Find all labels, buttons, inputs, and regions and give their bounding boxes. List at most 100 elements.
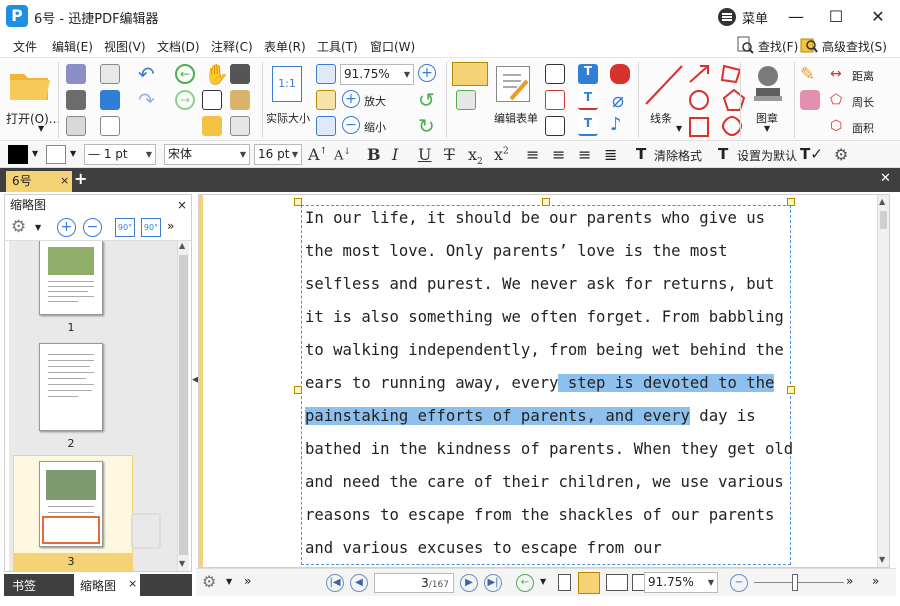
menu-file[interactable]: 文件 [13,38,37,55]
maximize-button[interactable]: ☐ [816,0,856,33]
lines-dropdown-arrow[interactable]: ▼ [676,124,682,133]
underline-text-icon[interactable]: T [578,116,598,136]
check-format-icon[interactable]: T✓ [800,145,823,163]
sound-icon[interactable]: ♪ [610,114,622,135]
strikeout-text-icon[interactable]: T [578,90,598,110]
resize-handle[interactable] [294,198,302,206]
zoom-slider-track[interactable] [754,582,844,583]
rotate-right-icon[interactable]: ↻ [418,114,435,138]
tab-thumbnails-close[interactable]: × [128,577,137,590]
document-text-line[interactable]: and various excuses to escape from our [305,539,789,557]
fit-visible-icon[interactable] [316,116,336,136]
document-text-line[interactable]: painstaking efforts of parents, and ever… [305,407,789,425]
menu-form[interactable]: 表单(R) [264,38,306,55]
stroke-color-swatch[interactable] [46,145,66,164]
status-zoom-out-icon[interactable]: − [730,574,748,592]
document-text-line[interactable]: selfless and purest. We never ask for re… [305,275,789,293]
page-number-input[interactable]: 3/167 [374,573,454,593]
bold-icon[interactable]: B [367,145,381,164]
add-field-icon[interactable] [456,90,476,110]
stamp-dropdown-arrow[interactable]: ▼ [764,124,770,133]
menu-view[interactable]: 视图(V) [104,38,146,55]
align-center-icon[interactable]: ≡ [552,145,565,164]
select-area-icon[interactable] [202,116,222,136]
font-family-select[interactable]: 宋体 ▼ [164,144,250,165]
doc-scroll-up-arrow[interactable]: ▲ [879,197,885,206]
tab-thumbnails[interactable]: 缩略图 × [74,574,140,596]
snapshot-icon[interactable] [230,64,250,84]
export-icon[interactable] [66,116,86,136]
strikethrough-icon[interactable]: T [444,145,455,164]
continuous-view-icon[interactable] [578,572,600,594]
new-document-icon[interactable] [100,116,120,136]
new-tab-icon[interactable]: + [74,169,87,188]
fit-page-icon[interactable] [316,64,336,84]
document-text-line[interactable]: to walking independently, from being wet… [305,341,789,359]
open-folder-icon[interactable] [8,66,52,102]
superscript-icon[interactable]: x2 [494,145,509,164]
edit-form-label[interactable]: 编辑表单 [494,110,538,126]
menu-document[interactable]: 文档(D) [157,38,200,55]
doc-scroll-down-arrow[interactable]: ▼ [879,555,885,564]
document-scrollbar[interactable]: ▲ ▼ [877,195,889,567]
actual-size-icon[interactable]: 1:1 [272,66,302,102]
zoom-plus-icon[interactable]: + [418,64,436,82]
thumbnail-scrollbar[interactable]: ▲ ▼ [177,241,189,571]
advanced-search-button[interactable]: 高级查找(S) [822,38,887,55]
text-field-icon[interactable] [545,64,565,84]
stroke-color-arrow[interactable]: ▼ [70,149,76,158]
facing-view-icon[interactable] [606,574,628,591]
distance-icon[interactable]: ↔ [830,66,842,82]
status-more-icon[interactable]: » [244,574,251,588]
shrink-thumbnail-icon[interactable]: − [83,218,102,237]
document-text-line[interactable]: the most love. Only parents’ love is the… [305,242,789,260]
minimize-button[interactable]: — [776,0,816,33]
zoom-out-label[interactable]: 缩小 [364,119,386,135]
hand-tool-icon[interactable]: ✋ [204,62,229,86]
distance-label[interactable]: 距离 [852,68,874,84]
align-left-icon[interactable]: ≡ [526,145,539,164]
italic-icon[interactable]: I [392,145,398,164]
callout-icon[interactable] [545,116,565,136]
perimeter-label[interactable]: 周长 [852,94,874,110]
zoom-select[interactable]: 91.75% ▼ [340,64,414,85]
set-default-icon[interactable]: T [718,145,728,163]
status-settings-arrow[interactable]: ▼ [226,577,232,586]
redo-icon[interactable]: ↷ [138,88,155,112]
typewriter-icon[interactable]: T [578,64,598,84]
clear-format-label[interactable]: 清除格式 [654,147,702,164]
document-text-line[interactable]: and need the care of their children, we … [305,473,789,491]
nav-back-arrow[interactable]: ▼ [540,577,546,586]
document-text-line[interactable]: bathed in the kindness of parents. When … [305,440,793,458]
underline-icon[interactable]: U [418,145,431,164]
document-text-line[interactable]: In our life, it should be our parents wh… [305,209,789,227]
clipboard-icon[interactable] [230,90,250,110]
lines-label[interactable]: 线条 [650,110,672,126]
zoom-in-label[interactable]: 放大 [364,93,386,109]
search-button[interactable]: 查找(F) [758,38,798,55]
scroll-thumb[interactable] [179,255,188,555]
text-box-icon[interactable] [545,90,565,110]
undo-icon[interactable]: ↶ [138,62,155,86]
select-text-icon[interactable] [202,90,222,110]
menu-tools[interactable]: 工具(T) [317,38,358,55]
area-label[interactable]: 面积 [852,120,874,136]
area-icon[interactable]: ⬡ [830,118,842,134]
resize-handle[interactable] [787,198,795,206]
tab-close-icon[interactable]: × [60,171,69,191]
panel-close-icon[interactable]: × [177,195,187,215]
last-page-icon[interactable]: ▶| [484,574,502,592]
enlarge-thumbnail-icon[interactable]: + [57,218,76,237]
email-icon[interactable] [100,64,120,84]
tab-bookmarks[interactable]: 书签 [12,577,36,594]
tab-document[interactable]: 6号 × [6,171,72,192]
note-icon[interactable] [610,64,630,84]
set-default-label[interactable]: 设置为默认 [737,147,797,164]
clear-format-icon[interactable]: T [636,145,646,163]
zoom-in-icon[interactable]: + [342,90,360,108]
status-zoom-select[interactable]: 91.75% ▼ [644,572,718,593]
menu-comment[interactable]: 注释(C) [211,38,253,55]
properties-gear-icon[interactable]: ⚙ [834,145,848,164]
line-width-select[interactable]: — 1 pt ▼ [84,144,156,165]
close-button[interactable]: ✕ [858,0,898,33]
